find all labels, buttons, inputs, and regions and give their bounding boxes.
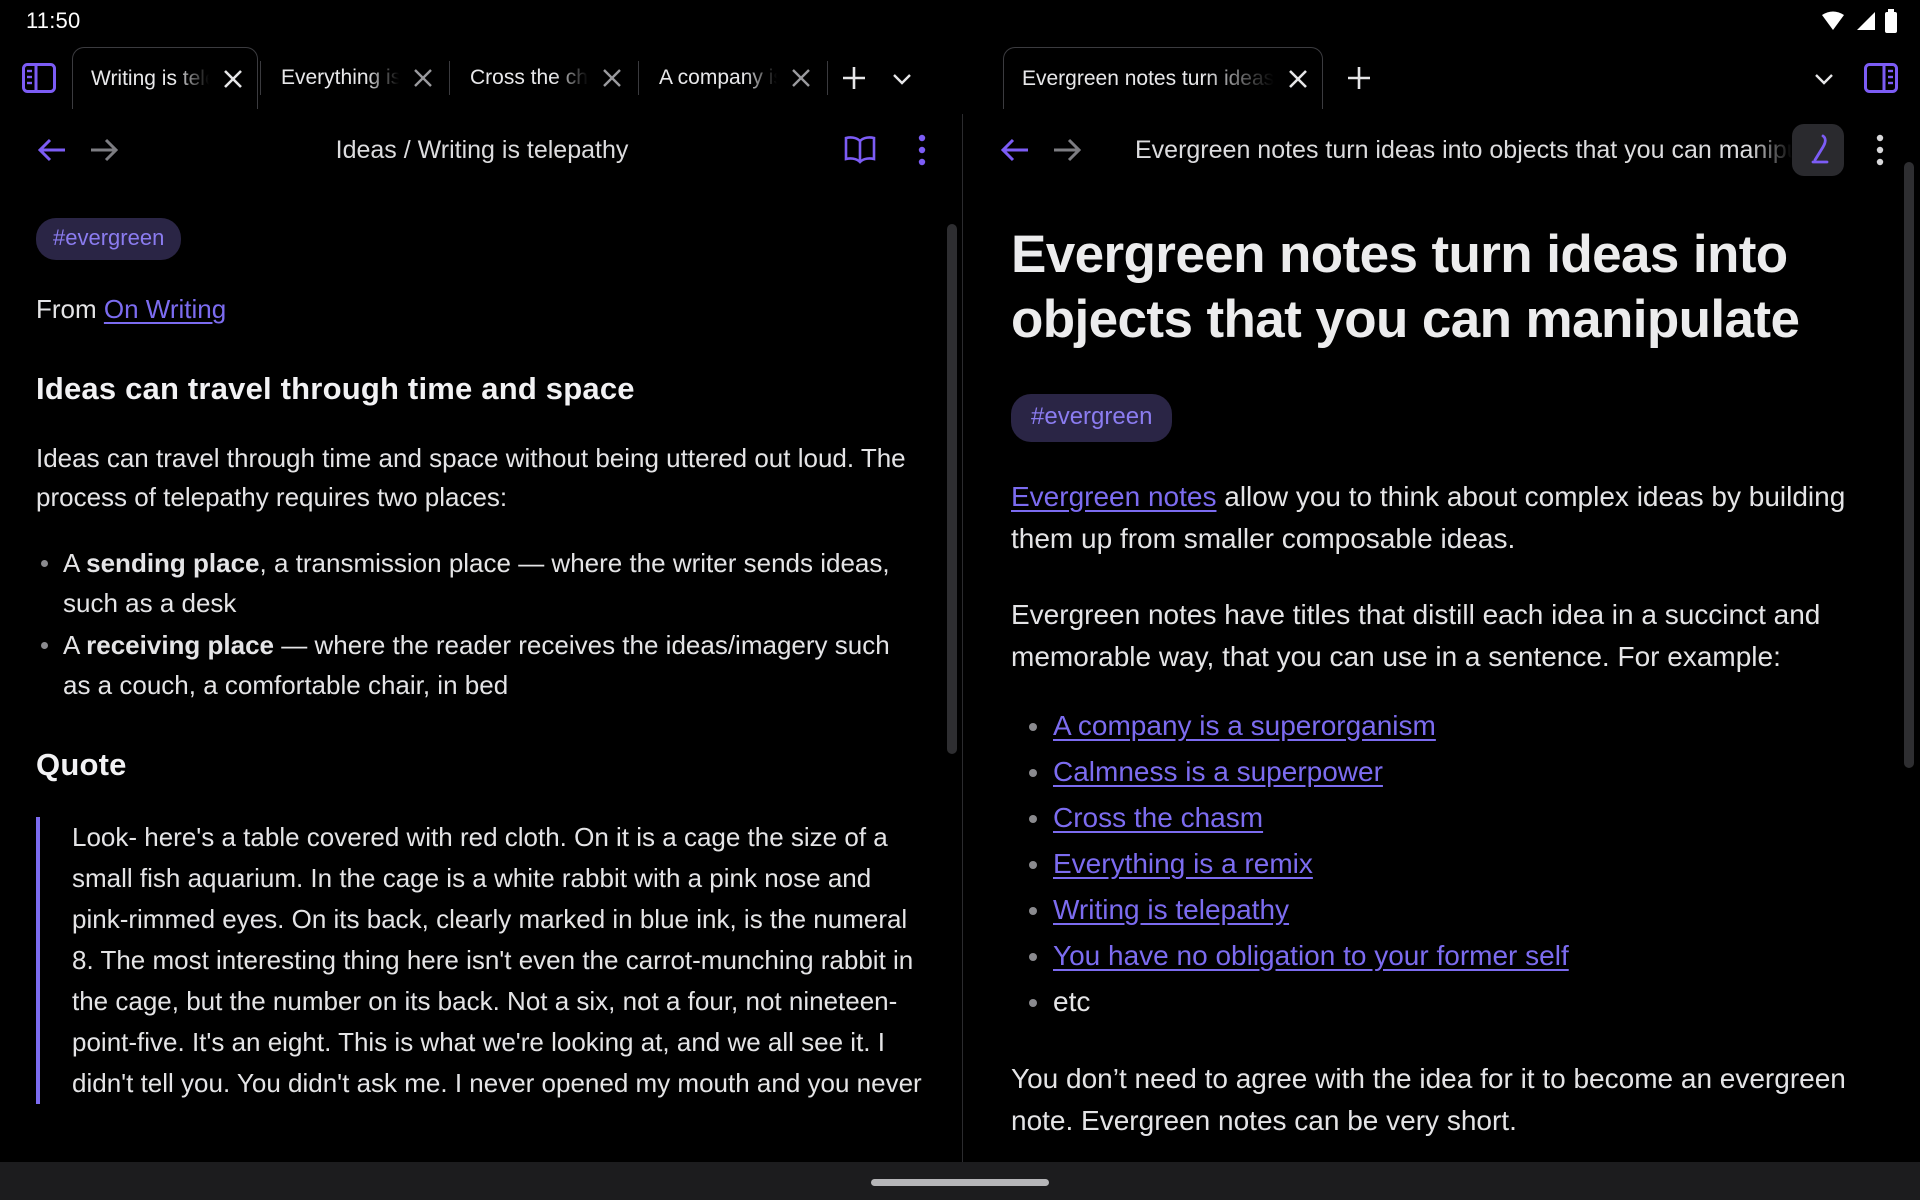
right-note-content: Evergreen notes turn ideas into objects … xyxy=(963,222,1920,1200)
example-notes-link-list: A company is a superorganism Calmness is… xyxy=(1011,704,1876,1024)
tab-close-icon[interactable] xyxy=(1284,65,1312,93)
paragraph-titles-distill: Evergreen notes have titles that distill… xyxy=(1011,594,1876,678)
tab-a-company-is-a-superorganism[interactable]: A company is a superorganism xyxy=(641,47,825,109)
app-screen: 11:50 xyxy=(0,0,1920,1200)
link-writing-is-telepathy[interactable]: Writing is telepathy xyxy=(1053,894,1289,925)
link-cross-the-chasm[interactable]: Cross the chasm xyxy=(1053,802,1263,833)
pencil-edit-icon[interactable] xyxy=(1792,124,1844,176)
tab-close-icon[interactable] xyxy=(219,65,247,93)
bullet-bold: receiving place xyxy=(86,630,274,660)
bullet-prefix: A xyxy=(63,548,86,578)
list-item: Calmness is a superpower xyxy=(1011,750,1876,794)
list-item: A sending place, a transmission place — … xyxy=(36,543,922,623)
left-pane-scrollbar[interactable] xyxy=(947,224,957,754)
arrow-right-icon[interactable] xyxy=(78,124,130,176)
list-item: A company is a superorganism xyxy=(1011,704,1876,748)
tab-close-icon[interactable] xyxy=(787,64,815,92)
right-header-actions xyxy=(1792,124,1906,176)
tab-label: Evergreen notes turn ideas into objects … xyxy=(1022,67,1274,91)
status-bar: 11:50 xyxy=(0,0,1920,42)
right-window-tab-bar: Evergreen notes turn ideas into objects … xyxy=(963,42,1920,114)
list-item: etc xyxy=(1011,980,1876,1024)
blockquote: Look- here's a table covered with red cl… xyxy=(36,817,922,1104)
arrow-right-icon[interactable] xyxy=(1041,124,1093,176)
source-line: From On Writing xyxy=(36,290,922,329)
left-note-content: #evergreen From On Writing Ideas can tra… xyxy=(0,186,962,1104)
tab-close-icon[interactable] xyxy=(409,64,437,92)
left-header-actions xyxy=(834,124,948,176)
pane-container: Ideas / Writing is telepathy xyxy=(0,114,1920,1200)
list-item: Writing is telepathy xyxy=(1011,888,1876,932)
cellular-signal-icon xyxy=(1853,10,1877,32)
tab-overflow-chevron-down-icon[interactable] xyxy=(878,54,926,102)
tab-everything-is-a-remix[interactable]: Everything is a remix xyxy=(263,47,447,109)
places-bullet-list: A sending place, a transmission place — … xyxy=(36,543,922,705)
sidebar-panel-icon[interactable] xyxy=(16,55,62,101)
tag-evergreen[interactable]: #evergreen xyxy=(1011,394,1172,442)
arrow-left-icon[interactable] xyxy=(26,124,78,176)
bullet-prefix: A xyxy=(63,630,86,660)
list-item: Everything is a remix xyxy=(1011,842,1876,886)
status-icon-group xyxy=(1820,9,1898,33)
link-everything-is-a-remix[interactable]: Everything is a remix xyxy=(1053,848,1313,879)
tag-evergreen[interactable]: #evergreen xyxy=(36,218,181,260)
link-you-have-no-obligation[interactable]: You have no obligation to your former se… xyxy=(1053,940,1569,971)
tab-overflow-chevron-down-icon[interactable] xyxy=(1800,54,1848,102)
blockquote-text: Look- here's a table covered with red cl… xyxy=(72,817,922,1104)
list-item: A receiving place — where the reader rec… xyxy=(36,625,922,705)
source-prefix: From xyxy=(36,294,104,324)
tab-separator xyxy=(827,61,828,95)
tab-writing-is-telepathy[interactable]: Writing is telepathy xyxy=(72,47,258,109)
wifi-icon xyxy=(1820,10,1846,32)
tab-separator xyxy=(449,61,450,95)
three-dot-menu-icon[interactable] xyxy=(1854,124,1906,176)
link-calmness-is-a-superpower[interactable]: Calmness is a superpower xyxy=(1053,756,1383,787)
bullet-bold: sending place xyxy=(86,548,259,578)
page-title: Evergreen notes turn ideas into objects … xyxy=(1011,222,1876,352)
list-item: Cross the chasm xyxy=(1011,796,1876,840)
system-gesture-bar xyxy=(0,1162,1920,1200)
tab-label: Everything is a remix xyxy=(281,66,399,90)
open-book-icon[interactable] xyxy=(834,124,886,176)
tab-label: Writing is telepathy xyxy=(91,67,209,91)
tab-separator xyxy=(260,61,261,95)
sidebar-panel-icon[interactable] xyxy=(1858,55,1904,101)
link-on-writing[interactable]: On Writing xyxy=(104,294,226,324)
right-note-pane: Evergreen notes turn ideas into objects … xyxy=(963,114,1920,1200)
arrow-left-icon[interactable] xyxy=(989,124,1041,176)
list-item: You have no obligation to your former se… xyxy=(1011,934,1876,978)
tab-bar-row: Writing is telepathy Everything is a rem… xyxy=(0,42,1920,114)
section-heading-quote: Quote xyxy=(36,745,922,785)
battery-icon xyxy=(1884,9,1898,33)
new-tab-button[interactable] xyxy=(830,54,878,102)
tab-label: A company is a superorganism xyxy=(659,66,777,90)
left-note-pane: Ideas / Writing is telepathy xyxy=(0,114,963,1200)
home-gesture-pill[interactable] xyxy=(871,1179,1049,1186)
left-pane-header: Ideas / Writing is telepathy xyxy=(0,114,962,186)
note-title-header: Evergreen notes turn ideas into objects … xyxy=(1093,136,1792,165)
three-dot-menu-icon[interactable] xyxy=(896,124,948,176)
right-pane-scrollbar[interactable] xyxy=(1904,162,1914,768)
right-pane-header: Evergreen notes turn ideas into objects … xyxy=(963,114,1920,186)
paragraph-dont-need-to-agree: You don’t need to agree with the idea fo… xyxy=(1011,1058,1876,1142)
tab-separator xyxy=(638,61,639,95)
left-tab-list: Writing is telepathy Everything is a rem… xyxy=(72,42,926,114)
paragraph-evergreen-notes-allow: Evergreen notes allow you to think about… xyxy=(1011,476,1876,560)
tab-cross-the-chasm[interactable]: Cross the chasm xyxy=(452,47,636,109)
section-heading-ideas-can-travel: Ideas can travel through time and space xyxy=(36,369,922,409)
left-window-tab-bar: Writing is telepathy Everything is a rem… xyxy=(0,42,963,114)
breadcrumb: Ideas / Writing is telepathy xyxy=(130,136,834,165)
link-a-company-is-a-superorganism[interactable]: A company is a superorganism xyxy=(1053,710,1436,741)
link-evergreen-notes[interactable]: Evergreen notes xyxy=(1011,481,1216,512)
new-tab-button[interactable] xyxy=(1335,54,1383,102)
tab-close-icon[interactable] xyxy=(598,64,626,92)
tab-evergreen-notes[interactable]: Evergreen notes turn ideas into objects … xyxy=(1003,47,1323,109)
status-clock: 11:50 xyxy=(26,8,80,34)
paragraph-ideas-travel: Ideas can travel through time and space … xyxy=(36,439,922,517)
right-tab-list: Evergreen notes turn ideas into objects … xyxy=(969,42,1383,114)
tab-label: Cross the chasm xyxy=(470,66,588,90)
